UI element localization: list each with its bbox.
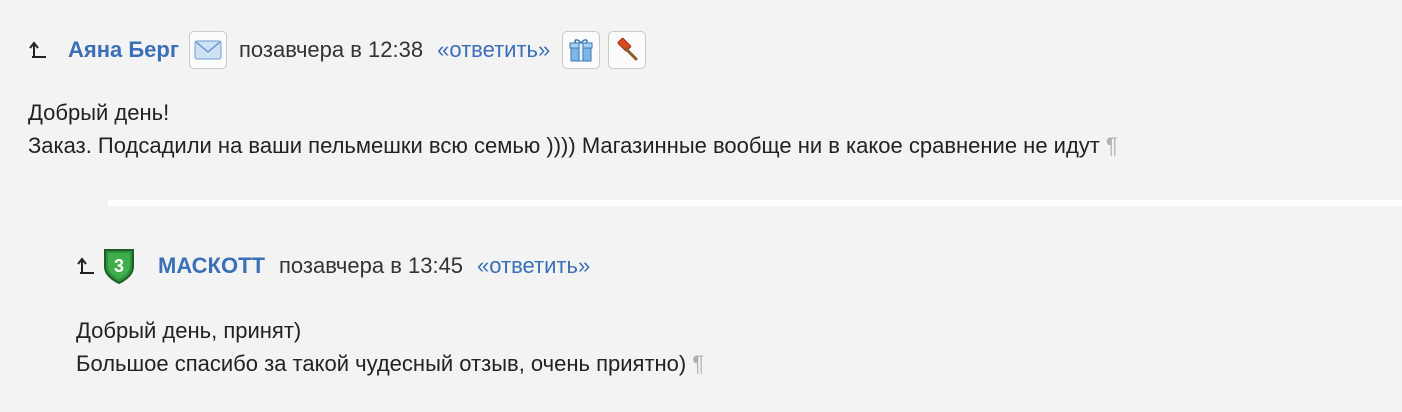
comment-body: Добрый день! Заказ. Подсадили на ваши пе… (28, 96, 1118, 162)
comment-body: Добрый день, принят) Большое спасибо за … (76, 314, 704, 380)
parent-arrow-icon[interactable] (76, 255, 98, 277)
svg-text:3: 3 (114, 256, 124, 276)
comment-line: Большое спасибо за такой чудесный отзыв,… (76, 347, 704, 380)
gavel-icon[interactable] (608, 31, 647, 69)
shield-badge-icon: 3 (102, 247, 136, 285)
comment-author[interactable]: Аяна Берг (68, 37, 179, 63)
comment-line-text: Большое спасибо за такой чудесный отзыв,… (76, 351, 687, 376)
comment-header: Аяна Берг позавчера в 12:38 «ответить» (28, 30, 654, 70)
comment-date: позавчера в 12:38 (239, 37, 424, 62)
comment-line: Добрый день! (28, 100, 170, 125)
comment-date: позавчера в 13:45 (278, 253, 464, 278)
parent-arrow-icon[interactable] (28, 39, 50, 61)
comment-author[interactable]: МАСКОТТ (158, 253, 265, 279)
comment-line-text: Заказ. Подсадили на ваши пельмешки всю с… (28, 133, 1100, 158)
comment-line: Заказ. Подсадили на ваши пельмешки всю с… (28, 129, 1118, 162)
gift-icon[interactable] (562, 31, 601, 69)
comment-reply: 3 МАСКОТТ позавчера в 13:45 «ответить» Д… (0, 206, 1402, 412)
comment-line: Добрый день, принят) (76, 318, 302, 343)
comment-header: 3 МАСКОТТ позавчера в 13:45 «ответить» (76, 246, 602, 286)
reply-link[interactable]: «ответить» (437, 37, 550, 63)
pilcrow-link[interactable]: ¶ (692, 351, 704, 376)
comment: Аяна Берг позавчера в 12:38 «ответить» Д… (0, 0, 1402, 198)
pilcrow-link[interactable]: ¶ (1106, 133, 1118, 158)
reply-link[interactable]: «ответить» (477, 253, 590, 279)
envelope-icon[interactable] (189, 31, 228, 69)
